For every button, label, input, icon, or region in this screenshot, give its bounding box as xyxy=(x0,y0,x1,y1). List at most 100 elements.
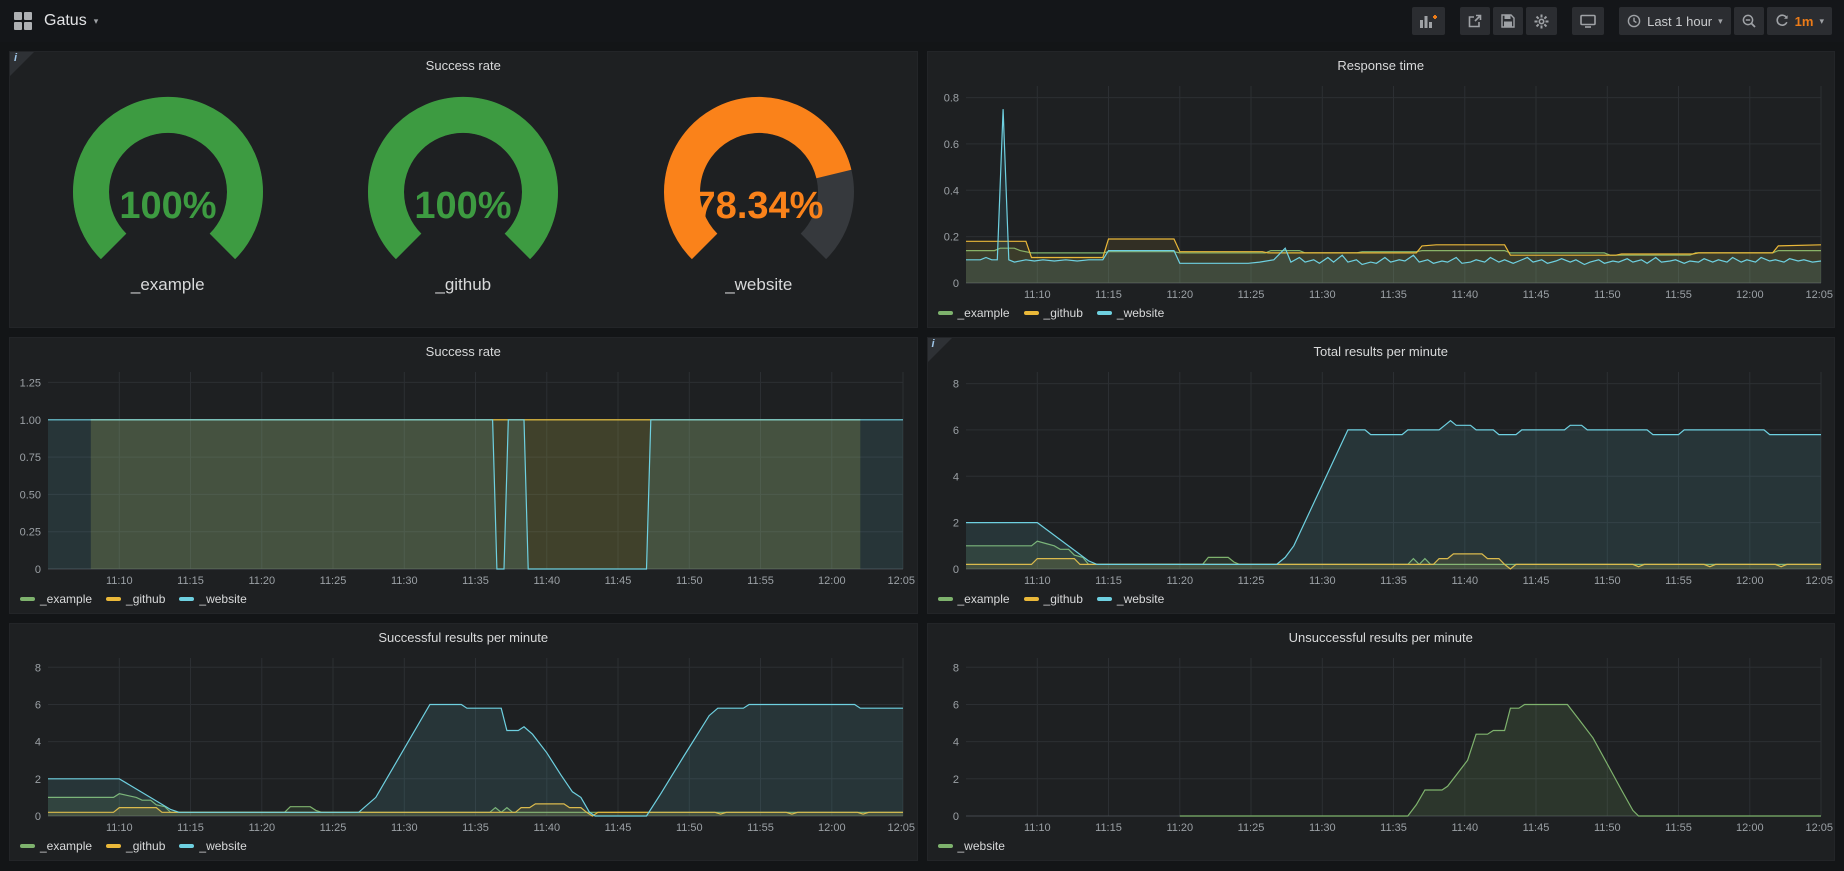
svg-text:11:30: 11:30 xyxy=(391,822,418,834)
svg-text:11:30: 11:30 xyxy=(1308,822,1335,834)
share-button[interactable] xyxy=(1460,7,1490,35)
legend-item-_website[interactable]: _website xyxy=(938,839,1005,853)
legend-swatch xyxy=(938,597,953,601)
svg-text:12:00: 12:00 xyxy=(818,575,846,587)
share-icon xyxy=(1468,14,1482,28)
legend-label: _website xyxy=(199,592,246,606)
svg-text:12:05: 12:05 xyxy=(1805,289,1833,301)
svg-text:11:50: 11:50 xyxy=(676,575,703,587)
svg-text:11:45: 11:45 xyxy=(1522,289,1549,301)
success-rate-chart[interactable]: 00.250.500.751.001.2511:1011:1511:2011:2… xyxy=(10,364,917,589)
legend-label: _example xyxy=(958,306,1010,320)
tv-icon xyxy=(1580,14,1596,28)
legend-item-_website[interactable]: _website xyxy=(1097,592,1164,606)
time-range-label: Last 1 hour xyxy=(1647,14,1712,29)
svg-text:1.25: 1.25 xyxy=(20,377,41,389)
clock-icon xyxy=(1627,14,1641,28)
legend-label: _website xyxy=(958,839,1005,853)
legend-item-_website[interactable]: _website xyxy=(179,839,246,853)
legend-label: _website xyxy=(199,839,246,853)
panel-response-time: Response time 00.20.40.60.811:1011:1511:… xyxy=(927,51,1836,328)
svg-text:11:50: 11:50 xyxy=(1593,289,1620,301)
legend-label: _example xyxy=(40,592,92,606)
zoom-out-button[interactable] xyxy=(1734,7,1764,35)
svg-text:0: 0 xyxy=(35,564,41,576)
legend-swatch xyxy=(106,597,121,601)
unsuccessful-results-chart[interactable]: 0246811:1011:1511:2011:2511:3011:3511:40… xyxy=(928,650,1835,836)
svg-text:11:50: 11:50 xyxy=(1593,575,1620,587)
svg-text:11:15: 11:15 xyxy=(177,575,204,587)
legend-item-_github[interactable]: _github xyxy=(1024,306,1083,320)
panel-title[interactable]: Successful results per minute xyxy=(10,624,917,650)
gauge-_github: 100% _github xyxy=(340,96,586,295)
svg-text:11:20: 11:20 xyxy=(1166,289,1193,301)
navbar: Gatus ▾ xyxy=(0,0,1844,42)
legend-swatch xyxy=(106,844,121,848)
panel-title[interactable]: Total results per minute xyxy=(928,338,1835,364)
svg-text:4: 4 xyxy=(952,737,958,749)
svg-text:6: 6 xyxy=(35,700,41,712)
svg-text:11:10: 11:10 xyxy=(1023,289,1050,301)
legend-label: _github xyxy=(1044,306,1083,320)
legend-item-_example[interactable]: _example xyxy=(20,839,92,853)
svg-text:0.6: 0.6 xyxy=(943,139,958,151)
svg-text:12:05: 12:05 xyxy=(887,575,915,587)
legend-swatch xyxy=(1097,597,1112,601)
legend-label: _github xyxy=(126,592,165,606)
legend-item-_example[interactable]: _example xyxy=(938,306,1010,320)
tv-mode-button[interactable] xyxy=(1572,7,1604,35)
svg-text:12:00: 12:00 xyxy=(1736,575,1764,587)
time-range-button[interactable]: Last 1 hour ▾ xyxy=(1619,7,1731,35)
svg-text:11:35: 11:35 xyxy=(1380,822,1407,834)
total-results-chart[interactable]: 0246811:1011:1511:2011:2511:3011:3511:40… xyxy=(928,364,1835,589)
svg-text:11:35: 11:35 xyxy=(462,822,489,834)
svg-text:11:45: 11:45 xyxy=(1522,575,1549,587)
save-button[interactable] xyxy=(1493,7,1523,35)
svg-text:11:45: 11:45 xyxy=(605,822,632,834)
svg-text:11:40: 11:40 xyxy=(1451,575,1478,587)
panel-title[interactable]: Response time xyxy=(928,52,1835,78)
legend-item-_website[interactable]: _website xyxy=(1097,306,1164,320)
svg-text:11:30: 11:30 xyxy=(1308,575,1335,587)
settings-button[interactable] xyxy=(1526,7,1557,35)
svg-text:12:00: 12:00 xyxy=(818,822,846,834)
svg-text:11:10: 11:10 xyxy=(106,575,133,587)
chevron-down-icon: ▾ xyxy=(1718,16,1723,27)
grid-logo-icon[interactable] xyxy=(14,12,32,30)
legend-item-_github[interactable]: _github xyxy=(106,592,165,606)
legend-item-_github[interactable]: _github xyxy=(1024,592,1083,606)
svg-text:11:40: 11:40 xyxy=(533,575,560,587)
svg-text:11:55: 11:55 xyxy=(747,822,774,834)
refresh-interval-label: 1m xyxy=(1795,14,1814,29)
legend-swatch xyxy=(938,844,953,848)
panel-title[interactable]: Unsuccessful results per minute xyxy=(928,624,1835,650)
svg-text:6: 6 xyxy=(952,700,958,712)
legend-swatch xyxy=(179,597,194,601)
svg-text:11:55: 11:55 xyxy=(1665,289,1692,301)
legend-swatch xyxy=(179,844,194,848)
panel-title[interactable]: Success rate xyxy=(10,338,917,364)
chart-legend: _example _github _website xyxy=(10,589,917,613)
legend-item-_website[interactable]: _website xyxy=(179,592,246,606)
svg-text:0.8: 0.8 xyxy=(943,93,958,105)
add-panel-button[interactable] xyxy=(1412,7,1445,35)
panel-success-rate-gauges: i Success rate 100% _example 100% _githu… xyxy=(9,51,918,328)
response-time-chart[interactable]: 00.20.40.60.811:1011:1511:2011:2511:3011… xyxy=(928,78,1835,303)
legend-item-_example[interactable]: _example xyxy=(20,592,92,606)
panel-info-icon[interactable]: i xyxy=(928,338,952,362)
legend-label: _github xyxy=(1044,592,1083,606)
svg-text:11:30: 11:30 xyxy=(1308,289,1335,301)
svg-text:78.34%: 78.34% xyxy=(694,185,823,227)
legend-item-_github[interactable]: _github xyxy=(106,839,165,853)
svg-text:11:50: 11:50 xyxy=(676,822,703,834)
svg-text:11:35: 11:35 xyxy=(1380,575,1407,587)
chart-legend: _example _github _website xyxy=(928,589,1835,613)
panel-info-icon[interactable]: i xyxy=(10,52,34,76)
svg-text:11:25: 11:25 xyxy=(320,575,347,587)
successful-results-chart[interactable]: 0246811:1011:1511:2011:2511:3011:3511:40… xyxy=(10,650,917,836)
refresh-button[interactable]: 1m ▾ xyxy=(1767,7,1832,35)
panel-title[interactable]: Success rate xyxy=(10,52,917,78)
svg-text:4: 4 xyxy=(35,737,41,749)
legend-item-_example[interactable]: _example xyxy=(938,592,1010,606)
dashboard-title-dropdown[interactable]: Gatus ▾ xyxy=(44,12,98,30)
